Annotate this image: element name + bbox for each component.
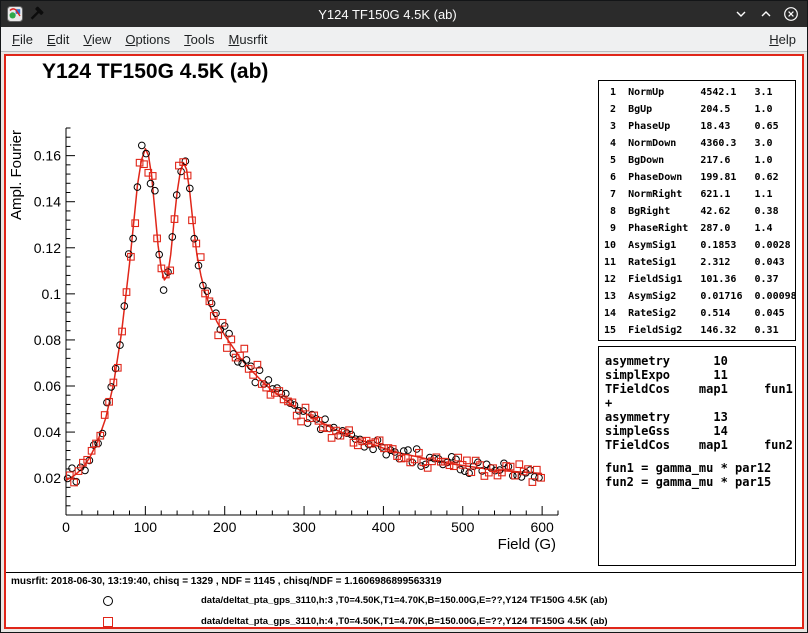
menu-item-musrfit[interactable]: Musrfit [222,29,275,50]
canvas-margin: Y124 TF150G 4.5K (ab) 0 100 200 300 400 500 60… [1,52,807,632]
root-canvas[interactable]: Y124 TF150G 4.5K (ab) 0 100 200 300 400 500 60… [4,54,804,629]
param-row: 6 PhaseDown 199.81 0.62 [604,169,795,186]
svg-text:0.12: 0.12 [34,240,61,256]
svg-text:0.06: 0.06 [34,378,61,394]
theory-line: fun1 = gamma_mu * par12 [605,461,795,475]
menu-item-edit[interactable]: Edit [40,29,76,50]
svg-text:400: 400 [372,519,396,535]
param-row: 2 BgUp 204.5 1.0 [604,101,795,118]
legend-row: data/deltat_pta_gps_3110,h:3 ,T0=4.50K,T… [6,593,802,609]
param-row: 9 PhaseRight 287.0 1.4 [604,220,795,237]
hammer-icon [28,6,44,22]
pad-divider [6,572,802,573]
theory-line: TFieldCos map1 fun2 [605,438,795,452]
menu-item-options[interactable]: Options [118,29,177,50]
circle-marker-icon [103,596,113,606]
theory-line: asymmetry 10 [605,354,795,368]
titlebar[interactable]: Y124 TF150G 4.5K (ab) [1,1,807,27]
chevron-down-icon [734,7,748,21]
window-title: Y124 TF150G 4.5K (ab) [49,7,726,22]
fit-stats-line: musrfit: 2018-06-30, 13:19:40, chisq = 1… [11,576,442,587]
app-window: Y124 TF150G 4.5K (ab) FileEditViewOption… [0,0,808,633]
legend-row: data/deltat_pta_gps_3110,h:4 ,T0=4.50K,T… [6,614,802,629]
param-row: 14 RateSig2 0.514 0.045 [604,305,795,322]
svg-text:0.08: 0.08 [34,332,61,348]
app-icon[interactable] [7,6,23,22]
svg-text:600: 600 [530,519,554,535]
theory-line: + [605,396,795,410]
menu-item-file[interactable]: File [5,29,40,50]
svg-text:Field (G): Field (G) [498,536,556,553]
theory-line [605,452,795,461]
svg-text:100: 100 [134,519,158,535]
menu-item-help[interactable]: Help [762,29,803,50]
close-button[interactable] [781,4,801,24]
param-row: 15 FieldSig2 146.32 0.31 [604,322,795,339]
param-row: 4 NormDown 4360.3 3.0 [604,135,795,152]
param-row: 10 AsymSig1 0.1853 0.0028 [604,237,795,254]
menubar-left: FileEditViewOptionsToolsMusrfit [5,29,275,50]
parameter-stat-box: 1 NormUp 4542.1 3.1 2 BgUp 204.5 1.0 3 P… [598,80,796,341]
minimize-button[interactable] [731,4,751,24]
chevron-up-icon [759,7,773,21]
param-row: 5 BgDown 217.6 1.0 [604,152,795,169]
theory-stat-box: asymmetry 10simplExpo 11TFieldCos map1 f… [598,346,796,566]
fit-line [66,149,542,481]
theory-line: asymmetry 13 [605,410,795,424]
theory-line: simplExpo 11 [605,368,795,382]
fourier-amplitude-plot[interactable]: 0 100 200 300 400 500 600 0.02 0.04 0.06 0.08 0.1 0.… [6,114,576,556]
param-row: 3 PhaseUp 18.43 0.65 [604,118,795,135]
plot-title: Y124 TF150G 4.5K (ab) [42,60,268,84]
param-row: 13 AsymSig2 0.01716 0.00098 [604,288,795,305]
svg-text:0.16: 0.16 [34,148,61,164]
menu-item-view[interactable]: View [76,29,118,50]
menu-item-tools[interactable]: Tools [177,29,221,50]
svg-text:0.1: 0.1 [42,286,62,302]
svg-text:0.02: 0.02 [34,470,61,486]
svg-text:0: 0 [62,519,70,535]
theory-line: fun2 = gamma_mu * par15 [605,475,795,489]
legend-label: data/deltat_pta_gps_3110,h:3 ,T0=4.50K,T… [201,595,608,606]
svg-text:300: 300 [292,519,316,535]
legend-label: data/deltat_pta_gps_3110,h:4 ,T0=4.50K,T… [201,616,608,627]
axes: 0 100 200 300 400 500 600 0.02 0.04 0.06 0.08 0.1 0.… [8,128,558,553]
param-row: 7 NormRight 621.1 1.1 [604,186,795,203]
param-row: 11 RateSig1 2.312 0.043 [604,254,795,271]
maximize-button[interactable] [756,4,776,24]
svg-text:500: 500 [451,519,475,535]
param-row: 1 NormUp 4542.1 3.1 [604,84,795,101]
svg-text:200: 200 [213,519,237,535]
param-row: 12 FieldSig1 101.36 0.37 [604,271,795,288]
theory-line: TFieldCos map1 fun1 [605,382,795,396]
menubar: FileEditViewOptionsToolsMusrfit Help [1,27,807,52]
svg-text:Ampl. Fourier: Ampl. Fourier [8,130,25,220]
svg-text:0.04: 0.04 [34,424,61,440]
square-marker-icon [103,617,113,627]
theory-line: simpleGss 14 [605,424,795,438]
param-row: 8 BgRight 42.62 0.38 [604,203,795,220]
menubar-right: Help [762,29,803,50]
close-icon [783,6,799,22]
svg-text:0.14: 0.14 [34,194,61,210]
scatter-squares [67,159,545,486]
